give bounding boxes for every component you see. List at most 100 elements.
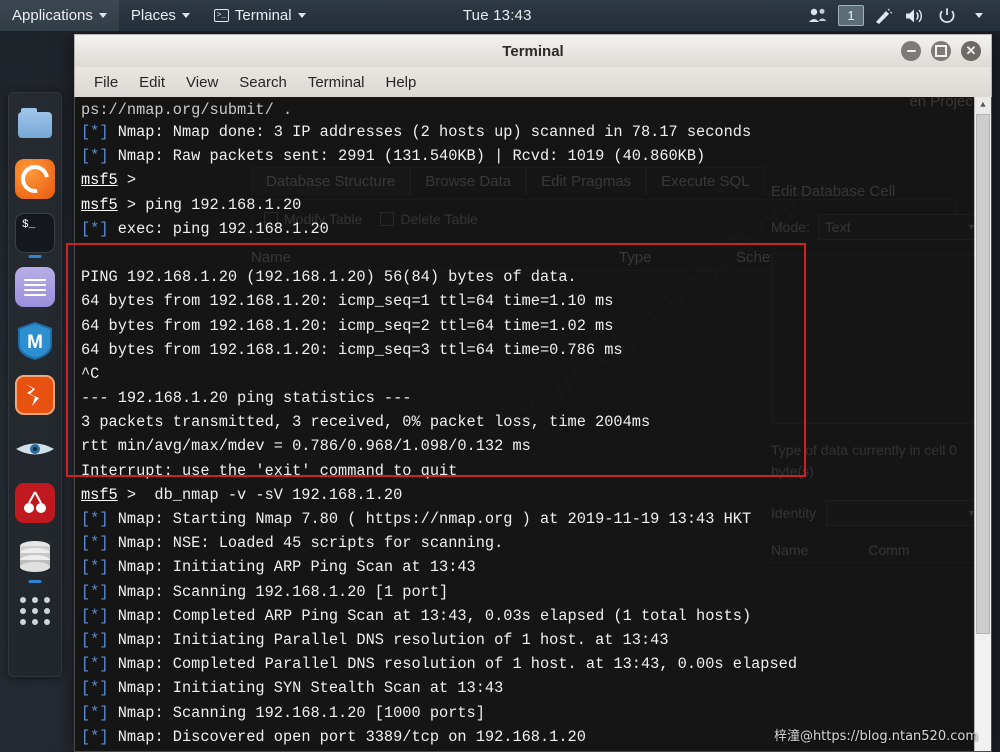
document-icon [24,276,46,299]
menu-places[interactable]: Places [119,0,202,31]
terminal-line: rtt min/avg/max/mdev = 0.786/0.968/1.098… [81,434,991,458]
log-text: Nmap: Scanning 192.168.1.20 [1000 ports] [109,704,485,722]
running-indicator [29,580,42,583]
terminal-line: Interrupt: use the 'exit' command to qui… [81,459,991,483]
clock[interactable]: Tue 13:43 [463,7,532,24]
log-text: Nmap: Starting Nmap 7.80 ( https://nmap.… [109,510,752,528]
terminal-app-label: Terminal [235,7,292,24]
log-tag: [*] [81,607,109,625]
maximize-button[interactable] [931,41,951,61]
log-tag: [*] [81,631,109,649]
dock-item-wireshark[interactable] [15,429,55,469]
menu-applications[interactable]: Applications [0,0,119,31]
dock-item-sqlite-browser[interactable] [15,537,55,577]
chevron-down-icon [182,13,190,18]
terminal-icon: >_ [214,9,229,22]
log-text: exec: ping 192.168.1.20 [109,220,329,238]
log-tag: [*] [81,510,109,528]
terminal-line: msf5 > ping 192.168.1.20 [81,193,991,217]
running-indicator [29,255,42,258]
svg-text:M: M [27,332,43,353]
terminal-line: [*] Nmap: Scanning 192.168.1.20 [1 port] [81,580,991,604]
dock-item-text-editor[interactable] [15,267,55,307]
database-icon [16,540,54,574]
log-tag: [*] [81,558,109,576]
log-tag: [*] [81,220,109,238]
dock-item-files[interactable] [15,105,55,145]
log-tag: [*] [81,704,109,722]
menu-help[interactable]: Help [377,71,426,94]
dock-item-firefox[interactable] [15,159,55,199]
desktop-screen: Applications Places >_ Terminal Tue 13:4… [0,0,1000,752]
close-button[interactable]: ✕ [961,41,981,61]
dock-item-metasploit[interactable]: M [15,321,55,361]
terminal-text: ps://nmap.org/submit/ .[*] Nmap: Nmap do… [81,101,991,752]
terminal-line: [*] Nmap: Completed ARP Ping Scan at 13:… [81,604,991,628]
log-tag: [*] [81,583,109,601]
log-text: Nmap: Initiating Parallel DNS resolution… [109,631,669,649]
log-tag: [*] [81,728,109,746]
terminal-line: ps://nmap.org/submit/ . [81,101,991,120]
terminal-prompt-icon: $_ [22,219,35,231]
top-panel: Applications Places >_ Terminal Tue 13:4… [0,0,1000,31]
folder-icon [18,112,52,138]
shark-fin-icon [15,438,55,460]
workspace-badge: 1 [838,5,864,26]
log-text: Nmap: Initiating ARP Ping Scan at 13:43 [109,558,476,576]
dock-item-beef[interactable] [15,483,55,523]
terminal-line: msf5 > db_nmap -v -sV 192.168.1.20 [81,483,991,507]
menu-search[interactable]: Search [230,71,296,94]
dock-item-show-apps[interactable] [15,591,55,631]
terminal-line: [*] Nmap: Completed Parallel DNS resolut… [81,652,991,676]
terminal-line: msf5 > [81,168,991,192]
command-text: > db_nmap -v -sV 192.168.1.20 [118,486,403,504]
chevron-down-icon [99,13,107,18]
panel-tray: 1 [804,0,994,31]
log-tag: [*] [81,123,109,141]
grid-icon [20,597,51,625]
terminal-line: PING 192.168.1.20 (192.168.1.20) 56(84) … [81,265,991,289]
terminal-line: [*] Nmap: Initiating SYN Stealth Scan at… [81,676,991,700]
users-icon[interactable] [804,0,834,31]
log-tag: [*] [81,534,109,552]
terminal-line: --- 192.168.1.20 ping statistics --- [81,386,991,410]
dock-item-terminal[interactable]: $_ [15,213,55,253]
terminal-scrollbar[interactable]: ▲ [974,97,991,751]
watermark-text: 梓潼@https://blog.ntan520.com [774,725,978,744]
minimize-button[interactable] [901,41,921,61]
dock-item-burpsuite[interactable] [15,375,55,415]
terminal-line: [*] Nmap: Raw packets sent: 2991 (131.54… [81,144,991,168]
menu-view[interactable]: View [177,71,227,94]
terminal-line: 64 bytes from 192.168.1.20: icmp_seq=2 t… [81,314,991,338]
terminal-line: [*] Nmap: NSE: Loaded 45 scripts for sca… [81,531,991,555]
tray-chevron-icon[interactable] [964,0,994,31]
terminal-line: [*] Nmap: Scanning 192.168.1.20 [1000 po… [81,701,991,725]
beef-icon [20,488,50,518]
menu-terminal[interactable]: Terminal [299,71,374,94]
menu-edit[interactable]: Edit [130,71,174,94]
brightness-icon[interactable] [868,0,898,31]
terminal-output-area[interactable]: ps://nmap.org/submit/ .[*] Nmap: Nmap do… [74,97,992,752]
terminal-line: [*] Nmap: Initiating ARP Ping Scan at 13… [81,555,991,579]
burpsuite-icon [20,380,50,410]
volume-icon[interactable] [900,0,930,31]
terminal-line: 3 packets transmitted, 3 received, 0% pa… [81,410,991,434]
places-label: Places [131,7,176,24]
log-tag: [*] [81,655,109,673]
dock: $_ M [8,92,62,677]
terminal-titlebar[interactable]: Terminal ✕ [74,34,992,67]
terminal-line: [*] Nmap: Nmap done: 3 IP addresses (2 h… [81,120,991,144]
menu-terminal-app[interactable]: >_ Terminal [202,0,318,31]
power-icon[interactable] [932,0,962,31]
menu-file[interactable]: File [85,71,127,94]
window-controls: ✕ [901,41,981,61]
workspace-switcher[interactable]: 1 [836,0,866,31]
terminal-window[interactable]: Terminal ✕ File Edit View Search Termina… [74,34,992,752]
terminal-line: [*] Nmap: Initiating Parallel DNS resolu… [81,628,991,652]
applications-label: Applications [12,7,93,24]
terminal-line: [*] Nmap: Starting Nmap 7.80 ( https://n… [81,507,991,531]
scrollbar-thumb[interactable] [976,114,990,634]
shell-prompt: msf5 [81,196,118,214]
scroll-up-arrow-icon[interactable]: ▲ [975,97,991,114]
terminal-line: 64 bytes from 192.168.1.20: icmp_seq=1 t… [81,289,991,313]
